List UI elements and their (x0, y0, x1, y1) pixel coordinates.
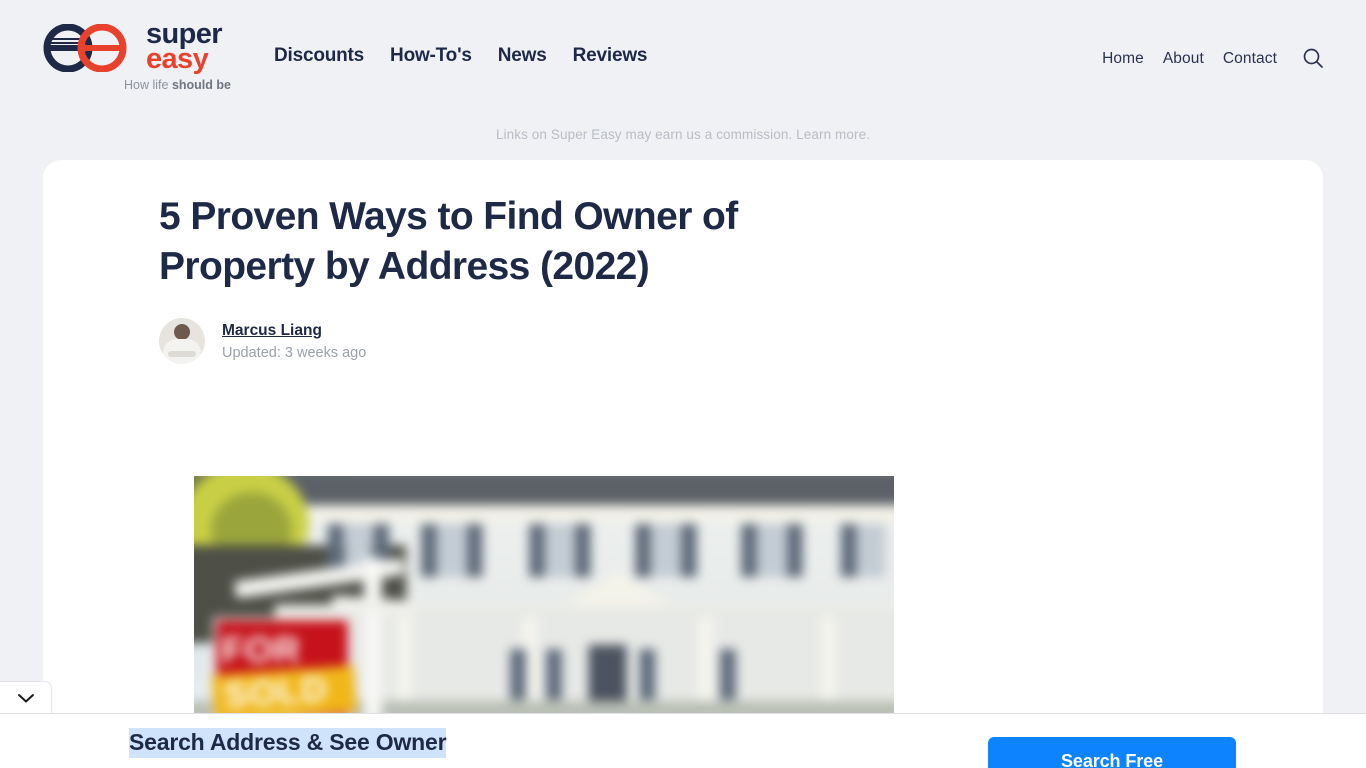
logo-tagline: How life should be (124, 78, 231, 92)
tagline-bold: should be (171, 78, 231, 92)
logo-wordmark: super easy (146, 20, 223, 75)
logo-text-easy: easy (146, 42, 209, 75)
author-meta: Marcus Liang Updated: 3 weeks ago (222, 322, 366, 361)
avatar (159, 318, 205, 364)
site-logo[interactable]: super easy How life should be (43, 18, 268, 96)
nav-item-contact[interactable]: Contact (1223, 50, 1277, 68)
site-header: super easy How life should be Discounts … (0, 0, 1366, 142)
sticky-bar-headline: Search Address & See Owner (129, 728, 447, 758)
search-button[interactable] (1300, 45, 1326, 71)
article-card: 5 Proven Ways to Find Owner of Property … (43, 160, 1323, 768)
hero-image: FOR SOLD (194, 476, 894, 713)
chevron-down-icon (17, 694, 34, 703)
sticky-promo-bar: Search Address & See Owner Search Free (0, 713, 1366, 768)
nav-item-news[interactable]: News (498, 45, 547, 67)
nav-item-about[interactable]: About (1163, 50, 1204, 68)
tagline-regular: How life (124, 78, 172, 92)
hero-image-artwork: FOR SOLD (194, 476, 894, 713)
super-easy-logo-icon (43, 24, 127, 72)
avatar-arms (168, 351, 196, 357)
affiliate-disclaimer: Links on Super Easy may earn us a commis… (495, 127, 871, 142)
nav-item-home[interactable]: Home (1102, 50, 1144, 68)
search-free-button[interactable]: Search Free (988, 737, 1236, 768)
nav-item-how-tos[interactable]: How-To's (390, 45, 472, 67)
avatar-head (174, 324, 190, 340)
secondary-navigation: Home About Contact (1102, 47, 1326, 71)
page-root: super easy How life should be Discounts … (0, 0, 1366, 768)
page-title: 5 Proven Ways to Find Owner of Property … (159, 195, 738, 288)
author-byline: Marcus Liang Updated: 3 weeks ago (159, 318, 366, 364)
primary-navigation: Discounts How-To's News Reviews (274, 45, 647, 67)
article-updated-date: Updated: 3 weeks ago (222, 344, 367, 361)
hero-sign-text-for: FOR (221, 630, 302, 671)
nav-item-discounts[interactable]: Discounts (274, 45, 364, 67)
search-icon (1303, 48, 1323, 68)
sticky-bar-collapse-toggle[interactable] (0, 681, 52, 714)
nav-item-reviews[interactable]: Reviews (573, 45, 648, 67)
hero-sign-text-sold: SOLD (222, 668, 330, 713)
author-name[interactable]: Marcus Liang (222, 322, 366, 340)
